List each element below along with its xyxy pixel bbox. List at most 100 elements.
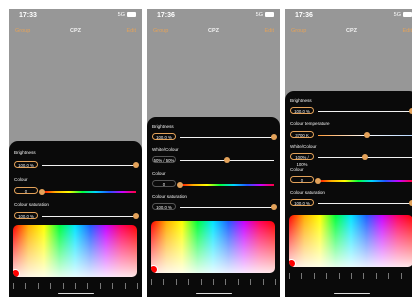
brightness-thumb[interactable] — [133, 162, 139, 168]
home-indicator — [195, 292, 232, 294]
scale-tick — [175, 279, 177, 285]
scale-tick — [400, 273, 402, 279]
scale-tick — [326, 273, 327, 279]
scale-tick — [275, 279, 276, 285]
status-indicators: 5G — [256, 12, 274, 18]
colour-picker[interactable] — [13, 225, 137, 277]
scale-tick — [388, 273, 389, 279]
nav-bar: Group CPZ Edit — [291, 28, 412, 38]
saturation-value[interactable]: 100.0 % — [152, 203, 176, 210]
scale-tick — [151, 279, 152, 285]
scale-tick — [262, 279, 264, 285]
white-colour-slider[interactable] — [318, 154, 412, 160]
colour-temperature-slider[interactable] — [318, 132, 412, 139]
scale-tick — [87, 283, 88, 289]
brightness-thumb[interactable] — [271, 134, 277, 140]
scale-tick — [37, 283, 39, 289]
saturation-value[interactable]: 100.0 % — [14, 212, 38, 219]
status-time: 17:33 — [19, 12, 37, 19]
edit-button[interactable]: Edit — [403, 28, 412, 34]
scale-tick — [62, 283, 64, 289]
page-title: CPZ — [346, 28, 357, 34]
colour-value[interactable]: 0 — [152, 180, 176, 187]
brightness-slider[interactable] — [318, 108, 412, 114]
colour-value[interactable]: 0 — [14, 187, 38, 194]
scale-tick — [250, 279, 251, 285]
colour-thumb[interactable] — [177, 181, 183, 188]
edit-button[interactable]: Edit — [127, 28, 136, 34]
saturation-slider[interactable] — [318, 200, 412, 206]
colour-slider[interactable] — [39, 188, 136, 195]
colour-temperature-value[interactable]: 3700 K — [290, 131, 314, 138]
battery-icon — [127, 12, 136, 18]
control-panel: Brightness 100.0 % Colour 0 Colour satur… — [9, 141, 142, 297]
scale-tick — [363, 273, 364, 279]
brightness-slider[interactable] — [180, 134, 277, 140]
white-colour-value[interactable]: 50% / 50% — [152, 156, 176, 163]
saturation-slider[interactable] — [42, 213, 139, 219]
brightness-label: Brightness — [152, 124, 174, 129]
colour-label: Colour — [152, 171, 166, 176]
white-colour-slider[interactable] — [180, 157, 274, 163]
colour-value[interactable]: 0 — [290, 176, 314, 183]
phone-screen-1: 17:33 5G Group CPZ Edit Brightness 100.0… — [9, 9, 142, 297]
scale-tick — [237, 279, 239, 285]
colour-picker[interactable] — [289, 215, 412, 267]
status-time: 17:36 — [157, 12, 175, 19]
brightness-value[interactable]: 100.0 % — [14, 161, 38, 168]
scale-tick — [13, 283, 14, 289]
control-panel: Brightness 100.0 % White/Colour 50% / 50… — [147, 117, 280, 297]
phone-screen-3: 17:36 5G Group CPZ Edit Brightness 100.0… — [285, 9, 412, 297]
home-indicator — [333, 292, 370, 294]
colour-slider[interactable] — [315, 177, 412, 184]
white-colour-thumb[interactable] — [362, 154, 368, 160]
saturation-slider[interactable] — [180, 204, 277, 210]
picker-handle[interactable] — [289, 259, 296, 267]
signal-label: 5G — [393, 12, 401, 18]
nav-bar: Group CPZ Edit — [153, 28, 274, 38]
saturation-thumb[interactable] — [271, 204, 277, 210]
colour-slider[interactable] — [177, 181, 274, 188]
brightness-label: Brightness — [14, 150, 36, 155]
white-colour-label: White/Colour — [152, 147, 179, 152]
colour-temperature-thumb[interactable] — [363, 132, 370, 139]
colour-label: Colour — [14, 177, 28, 182]
saturation-thumb[interactable] — [133, 213, 139, 219]
status-indicators: 5G — [394, 12, 412, 18]
scale-tick — [289, 273, 290, 279]
scale-tick — [338, 273, 340, 279]
phone-screen-2: 17:36 5G Group CPZ Edit Brightness 100.0… — [147, 9, 280, 297]
colour-temperature-label: Colour temperature — [290, 121, 330, 126]
edit-button[interactable]: Edit — [265, 28, 274, 34]
brightness-value[interactable]: 100.0 % — [290, 107, 314, 114]
white-colour-value[interactable]: 100% / 100% — [290, 153, 314, 167]
colour-thumb[interactable] — [39, 188, 45, 195]
colour-label: Colour — [290, 167, 304, 172]
scale-tick — [188, 279, 189, 285]
scale-tick — [163, 279, 164, 285]
scale-tick — [301, 273, 302, 279]
brightness-value[interactable]: 100.0 % — [152, 133, 176, 140]
white-colour-thumb[interactable] — [224, 157, 230, 163]
status-bar: 17:36 5G — [295, 12, 412, 22]
brightness-slider[interactable] — [42, 162, 139, 168]
nav-bar: Group CPZ Edit — [15, 28, 136, 38]
saturation-label: Colour saturation — [290, 190, 325, 195]
saturation-value[interactable]: 100.0 % — [290, 199, 314, 206]
page-title: CPZ — [208, 28, 219, 34]
status-bar: 17:33 5G — [19, 12, 136, 22]
scale-tick — [112, 283, 113, 289]
colour-picker[interactable] — [151, 221, 275, 273]
status-indicators: 5G — [118, 12, 136, 18]
colour-thumb[interactable] — [315, 177, 321, 184]
picker-handle[interactable] — [13, 269, 20, 277]
saturation-label: Colour saturation — [14, 202, 49, 207]
scale-tick — [50, 283, 51, 289]
scale-tick — [351, 273, 352, 279]
scale-tick — [213, 279, 214, 285]
signal-label: 5G — [255, 12, 263, 18]
white-colour-label: White/Colour — [290, 144, 317, 149]
scale-tick — [75, 283, 76, 289]
picker-handle[interactable] — [151, 265, 158, 273]
scale-tick — [99, 283, 101, 289]
